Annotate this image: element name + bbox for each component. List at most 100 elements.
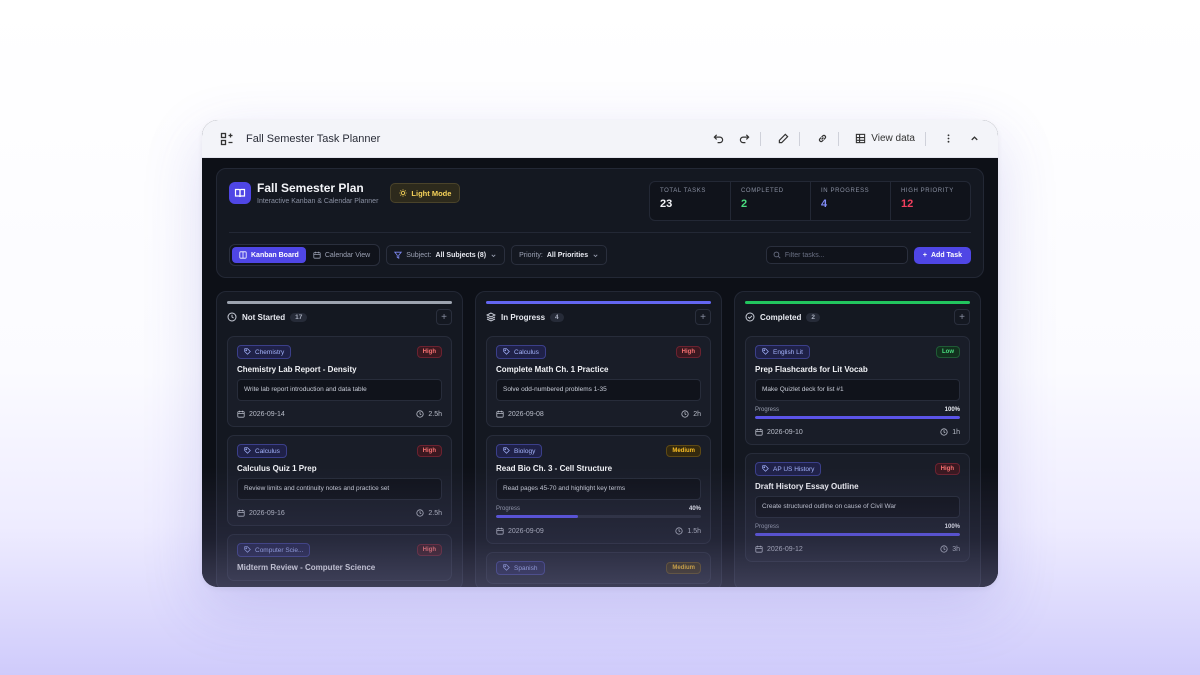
progress-value: 100% — [944, 524, 960, 530]
task-title: Prep Flashcards for Lit Vocab — [755, 365, 868, 374]
calendar-view-label: Calendar View — [324, 251, 371, 259]
more-options-button[interactable] — [938, 128, 958, 150]
subject-tag: Biology — [496, 444, 543, 458]
task-footer: 2026-09-09 1.5h — [496, 527, 701, 535]
task-description: Make Quizlet deck for list #1 — [755, 379, 960, 401]
subject-tag-label: AP US History — [773, 465, 815, 473]
calendar-icon — [496, 527, 504, 535]
divider — [229, 232, 971, 233]
priority-filter-value: All Priorities — [546, 251, 589, 259]
progress-row: Progress 100% — [755, 524, 960, 530]
column-completed: Completed 2 + English Lit Low Prep Flashcards… — [734, 291, 981, 587]
search-icon — [773, 251, 781, 259]
priority-badge: High — [934, 463, 960, 475]
task-footer: 2026-09-08 2h — [496, 410, 701, 418]
sun-icon — [399, 189, 408, 197]
subject-tag: Calculus — [237, 444, 287, 458]
toolbar: Kanban Board Calendar View Subject: All … — [229, 243, 971, 267]
calendar-icon — [313, 251, 321, 259]
task-card[interactable]: Calculus High Complete Math Ch. 1 Practice… — [486, 336, 711, 427]
estimated-time-text: 2.5h — [428, 509, 442, 517]
task-card[interactable]: Calculus High Calculus Quiz 1 Prep Review l… — [227, 435, 452, 526]
progress-bar — [755, 533, 960, 536]
task-description: Review limits and continuity notes and p… — [237, 478, 442, 500]
calendar-icon — [237, 410, 245, 418]
task-card[interactable]: AP US History High Draft History Essay Out… — [745, 453, 970, 562]
column-color-bar — [486, 301, 711, 304]
stat-label: IN PROGRESS — [821, 188, 870, 194]
progress-bar — [755, 416, 960, 419]
toolbar-separator — [760, 131, 762, 146]
undo-button[interactable] — [708, 128, 728, 150]
task-title: Chemistry Lab Report - Density — [237, 365, 357, 374]
priority-filter[interactable]: Priority: All Priorities — [511, 245, 608, 265]
progress-value: 40% — [688, 506, 701, 512]
subject-tag-label: Chemistry — [255, 348, 285, 356]
subject-tag-label: Calculus — [514, 348, 539, 356]
task-footer: 2026-09-14 2.5h — [237, 410, 442, 418]
tag-icon — [762, 348, 770, 356]
stat-label: TOTAL TASKS — [660, 188, 706, 194]
task-title: Complete Math Ch. 1 Practice — [496, 365, 609, 374]
estimated-time-text: 2h — [693, 410, 701, 418]
clock-icon — [681, 410, 689, 418]
due-date: 2026-09-10 — [755, 428, 803, 436]
toolbar-separator — [838, 131, 840, 146]
progress-fill — [496, 515, 578, 518]
task-card[interactable]: English Lit Low Prep Flashcards for Lit Vo… — [745, 336, 970, 445]
add-card-button[interactable]: + — [436, 309, 452, 325]
stat-value: 2 — [741, 198, 748, 210]
view-data-label: View data — [871, 133, 915, 144]
subject-filter[interactable]: Subject: All Subjects (8) — [386, 245, 506, 265]
task-card[interactable]: Biology Medium Read Bio Ch. 3 - Cell Struc… — [486, 435, 711, 544]
view-data-button[interactable]: View data — [851, 128, 919, 150]
kanban-view-button[interactable]: Kanban Board — [232, 247, 306, 263]
calendar-icon — [755, 428, 763, 436]
stat-in-progress: IN PROGRESS 4 — [810, 182, 890, 220]
add-card-button[interactable]: + — [954, 309, 970, 325]
stat-high-priority: HIGH PRIORITY 12 — [890, 182, 970, 220]
priority-badge: Medium — [666, 445, 701, 457]
due-date-text: 2026-09-16 — [249, 509, 285, 517]
stat-label: COMPLETED — [741, 188, 784, 194]
progress-fill — [755, 416, 960, 419]
due-date-text: 2026-09-10 — [767, 428, 803, 436]
search-input[interactable] — [784, 251, 895, 259]
task-card[interactable]: Computer Scie... High Midterm Review - Com… — [227, 534, 452, 581]
stat-value: 23 — [660, 198, 673, 210]
task-card[interactable]: Chemistry High Chemistry Lab Report - Dens… — [227, 336, 452, 427]
column-color-bar — [227, 301, 452, 304]
task-description: Create structured outline on cause of Ci… — [755, 496, 960, 518]
columns-icon — [239, 251, 247, 259]
window-title: Fall Semester Task Planner — [246, 132, 381, 145]
chevron-down-icon — [491, 254, 496, 257]
due-date: 2026-09-12 — [755, 545, 803, 553]
estimated-time: 1h — [940, 428, 960, 436]
app-window: Fall Semester Task Planner View data Fal… — [202, 120, 998, 587]
link-button[interactable] — [812, 128, 832, 150]
add-card-button[interactable]: + — [695, 309, 711, 325]
redo-button[interactable] — [734, 128, 754, 150]
task-card[interactable]: Spanish Medium — [486, 552, 711, 584]
edit-button[interactable] — [773, 128, 793, 150]
window-topbar: Fall Semester Task Planner View data — [202, 120, 998, 158]
stat-value: 12 — [901, 198, 914, 210]
clock-icon — [675, 527, 683, 535]
estimated-time-text: 1h — [952, 428, 960, 436]
progress-value: 100% — [944, 407, 960, 413]
clock-icon — [416, 509, 424, 517]
stat-value: 4 — [821, 198, 828, 210]
calendar-view-button[interactable]: Calendar View — [306, 247, 377, 263]
progress-label: Progress — [496, 506, 521, 512]
kanban-view-label: Kanban Board — [251, 251, 299, 259]
progress-label: Progress — [755, 407, 780, 413]
priority-badge: High — [675, 346, 701, 358]
subject-tag-label: Spanish — [514, 564, 538, 572]
task-footer: 2026-09-16 2.5h — [237, 509, 442, 517]
toolbar-separator — [799, 131, 801, 146]
add-task-button[interactable]: + Add Task — [913, 246, 971, 264]
collapse-button[interactable] — [964, 128, 984, 150]
tag-icon — [503, 564, 511, 572]
light-mode-button[interactable]: Light Mode — [390, 183, 461, 203]
progress-bar — [496, 515, 701, 518]
